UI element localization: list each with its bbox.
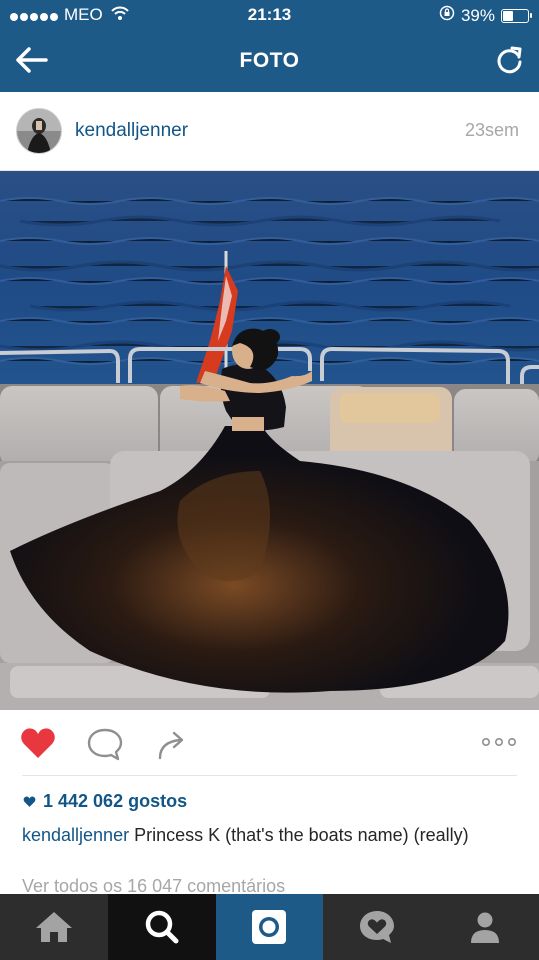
status-bar: MEO 21:13 39% <box>0 0 539 30</box>
divider <box>22 775 517 776</box>
search-icon <box>145 910 179 944</box>
post-username[interactable]: kendalljenner <box>75 120 188 142</box>
comment-button[interactable] <box>85 724 125 764</box>
battery-status: 39% <box>439 5 532 26</box>
tab-home[interactable] <box>0 894 108 960</box>
post-time: 23sem <box>464 120 519 140</box>
tab-activity[interactable] <box>323 894 431 960</box>
tab-profile[interactable] <box>431 894 539 960</box>
profile-icon <box>471 912 500 943</box>
refresh-button[interactable] <box>493 44 525 76</box>
likes-label: 1 442 062 gostos <box>43 791 188 811</box>
avatar[interactable] <box>16 108 62 154</box>
home-icon <box>35 912 72 942</box>
post-header: kendalljenner 23sem <box>0 92 539 171</box>
activity-heart-icon <box>360 911 395 943</box>
small-heart-icon <box>23 796 36 807</box>
share-arrow-icon <box>158 731 184 760</box>
rotation-lock-icon <box>439 5 455 26</box>
heart-icon <box>21 728 55 758</box>
top-bar: MEO 21:13 39% FOTO <box>0 0 539 92</box>
battery-icon <box>501 8 532 23</box>
caption-username[interactable]: kendalljenner <box>22 825 129 845</box>
share-button[interactable] <box>152 724 192 764</box>
like-button[interactable] <box>18 724 58 764</box>
refresh-icon <box>497 46 522 74</box>
camera-icon <box>252 910 287 944</box>
more-dots-icon <box>482 738 516 747</box>
likes-count[interactable]: 1 442 062 gostos <box>22 791 187 812</box>
tab-bar <box>0 894 539 960</box>
post-photo[interactable] <box>0 171 539 710</box>
caption: kendalljenner Princess K (that's the boa… <box>22 823 517 847</box>
tab-search[interactable] <box>107 894 216 960</box>
page-title: FOTO <box>239 49 300 72</box>
more-options-button[interactable] <box>478 724 522 764</box>
caption-text: Princess K (that's the boats name) (real… <box>134 825 469 845</box>
tab-camera[interactable] <box>215 894 324 960</box>
battery-percent: 39% <box>460 5 495 25</box>
post-actions <box>0 710 539 776</box>
speech-bubble-icon <box>87 728 123 761</box>
